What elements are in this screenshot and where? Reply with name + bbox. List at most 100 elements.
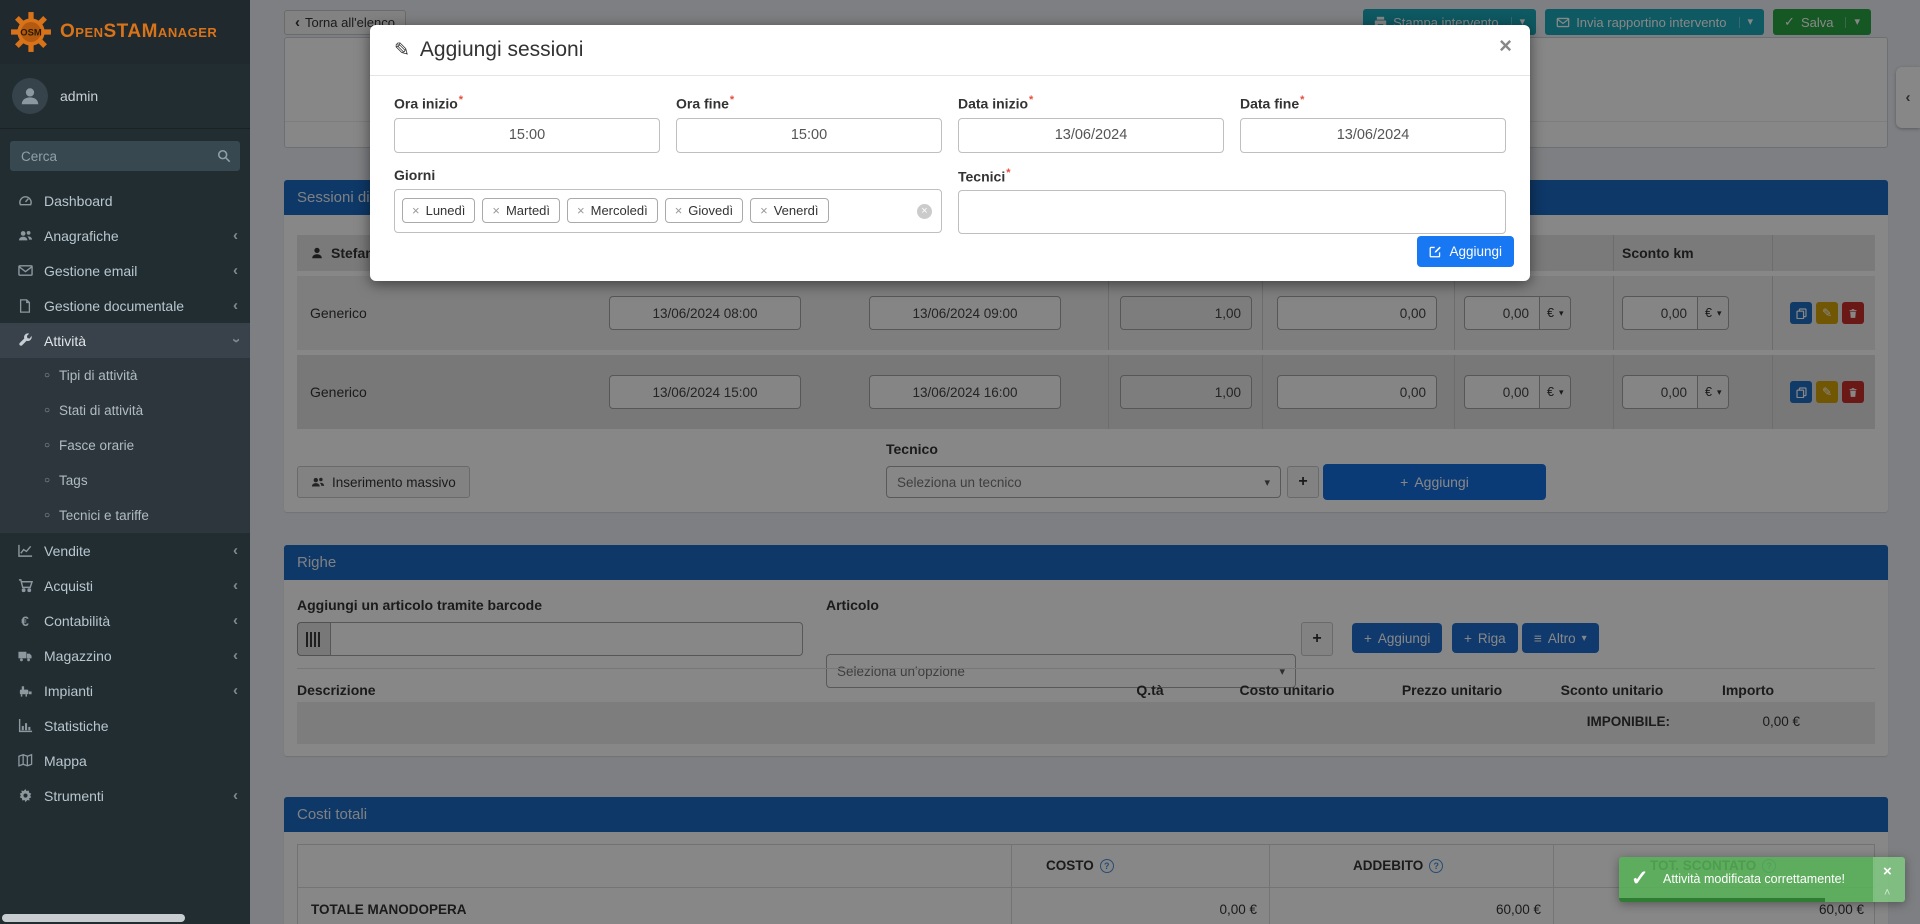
clear-selection-icon[interactable]: × bbox=[917, 204, 932, 219]
toast-message: Attività modificata correttamente! bbox=[1663, 872, 1845, 886]
sidebar-item-mappa[interactable]: Mappa bbox=[0, 743, 250, 778]
chevron-left-icon: ‹ bbox=[233, 683, 238, 698]
data-inizio-label: Data inizio* bbox=[958, 94, 1224, 112]
day-chip[interactable]: ×Lunedì bbox=[402, 198, 475, 223]
close-icon[interactable]: × bbox=[1499, 35, 1512, 57]
required-asterisk: * bbox=[1029, 94, 1033, 106]
search-input[interactable] bbox=[10, 141, 240, 171]
chip-remove-icon[interactable]: × bbox=[760, 203, 768, 218]
user-name: admin bbox=[60, 88, 98, 104]
sidebar-item-anagrafiche[interactable]: Anagrafiche ‹ bbox=[0, 218, 250, 253]
sidebar-item-tipi-di-attivita[interactable]: ○ Tipi di attività bbox=[0, 358, 250, 393]
modal-body: Ora inizio* Ora fine* Data inizio* Data … bbox=[370, 76, 1530, 234]
day-chip[interactable]: ×Venerdì bbox=[750, 198, 828, 223]
sidebar-item-vendite[interactable]: Vendite ‹ bbox=[0, 533, 250, 568]
required-asterisk: * bbox=[730, 94, 734, 106]
day-chip[interactable]: ×Martedì bbox=[482, 198, 560, 223]
wrench-icon bbox=[14, 333, 36, 348]
chip-remove-icon[interactable]: × bbox=[675, 203, 683, 218]
modal-header: ✎ Aggiungi sessioni bbox=[370, 25, 1530, 76]
sidebar-item-gestione-email[interactable]: Gestione email ‹ bbox=[0, 253, 250, 288]
success-toast: ✓ Attività modificata correttamente! × ˄ bbox=[1619, 857, 1905, 902]
chip-remove-icon[interactable]: × bbox=[577, 203, 585, 218]
chevron-left-icon: ‹ bbox=[233, 613, 238, 628]
sidebar-item-strumenti[interactable]: Strumenti ‹ bbox=[0, 778, 250, 813]
chevron-left-icon: ‹ bbox=[233, 298, 238, 313]
check-icon: ✓ bbox=[1631, 866, 1649, 891]
users-icon bbox=[14, 228, 36, 243]
logo-gear-icon: OSM bbox=[10, 11, 52, 53]
sidebar-item-attivita[interactable]: Attività ‹ bbox=[0, 323, 250, 358]
chevron-left-icon: ‹ bbox=[233, 263, 238, 278]
giorni-label: Giorni bbox=[394, 167, 942, 183]
giorni-multiselect[interactable]: ×Lunedì ×Martedì ×Mercoledì ×Giovedì ×Ve… bbox=[394, 189, 942, 233]
sidebar-item-gestione-documentale[interactable]: Gestione documentale ‹ bbox=[0, 288, 250, 323]
sidebar-item-dashboard[interactable]: Dashboard bbox=[0, 183, 250, 218]
chip-remove-icon[interactable]: × bbox=[412, 203, 420, 218]
search-icon[interactable] bbox=[208, 141, 240, 171]
circle-icon: ○ bbox=[44, 475, 50, 486]
gear-icon bbox=[14, 788, 36, 803]
circle-icon: ○ bbox=[44, 370, 50, 381]
circle-icon: ○ bbox=[44, 510, 50, 521]
ora-fine-input[interactable] bbox=[676, 118, 942, 153]
required-asterisk: * bbox=[459, 94, 463, 106]
chip-remove-icon[interactable]: × bbox=[492, 203, 500, 218]
file-icon bbox=[14, 299, 36, 313]
modal-title: Aggiungi sessioni bbox=[420, 38, 583, 62]
sidebar-item-contabilita[interactable]: € Contabilità ‹ bbox=[0, 603, 250, 638]
app-window: OSM OpenSTAManager admin bbox=[0, 0, 1920, 924]
bar-chart-icon bbox=[14, 718, 36, 733]
tecnici-label: Tecnici* bbox=[958, 167, 1506, 185]
chevron-left-icon: ‹ bbox=[233, 578, 238, 593]
toast-close-button[interactable]: × ˄ bbox=[1873, 857, 1905, 902]
circle-icon: ○ bbox=[44, 440, 50, 451]
data-fine-label: Data fine* bbox=[1240, 94, 1506, 112]
machine-icon bbox=[14, 683, 36, 698]
truck-icon bbox=[14, 648, 36, 663]
sidebar-item-tecnici-e-tariffe[interactable]: ○ Tecnici e tariffe bbox=[0, 498, 250, 533]
data-fine-input[interactable] bbox=[1240, 118, 1506, 153]
ora-fine-label: Ora fine* bbox=[676, 94, 942, 112]
tecnici-multiselect[interactable] bbox=[958, 190, 1506, 234]
chevron-down-icon: ‹ bbox=[228, 338, 243, 343]
sidebar-search bbox=[10, 141, 240, 171]
sidebar-item-fasce-orarie[interactable]: ○ Fasce orarie bbox=[0, 428, 250, 463]
day-chip[interactable]: ×Mercoledì bbox=[567, 198, 658, 223]
sidebar-item-tags[interactable]: ○ Tags bbox=[0, 463, 250, 498]
sidebar-item-magazzino[interactable]: Magazzino ‹ bbox=[0, 638, 250, 673]
logo[interactable]: OSM OpenSTAManager bbox=[0, 0, 250, 64]
sidebar-menu: Dashboard Anagrafiche ‹ Gesti bbox=[0, 183, 250, 813]
cart-icon bbox=[14, 578, 36, 593]
chevron-up-icon: ˄ bbox=[1884, 887, 1890, 899]
sidebar-item-acquisti[interactable]: Acquisti ‹ bbox=[0, 568, 250, 603]
day-chip[interactable]: ×Giovedì bbox=[665, 198, 743, 223]
modal-submit-button[interactable]: Aggiungi bbox=[1417, 236, 1514, 267]
user-avatar bbox=[12, 78, 48, 114]
ora-inizio-input[interactable] bbox=[394, 118, 660, 153]
required-asterisk: * bbox=[1300, 94, 1304, 106]
sidebar-item-impianti[interactable]: Impianti ‹ bbox=[0, 673, 250, 708]
chevron-left-icon: ‹ bbox=[233, 543, 238, 558]
logo-acronym: OSM bbox=[20, 28, 42, 39]
chevron-left-icon: ‹ bbox=[233, 788, 238, 803]
dashboard-icon bbox=[14, 193, 36, 208]
circle-icon: ○ bbox=[44, 405, 50, 416]
user-panel: admin bbox=[0, 64, 250, 129]
sidebar: OSM OpenSTAManager admin bbox=[0, 0, 250, 924]
sidebar-item-stati-di-attivita[interactable]: ○ Stati di attività bbox=[0, 393, 250, 428]
required-asterisk: * bbox=[1006, 167, 1010, 179]
euro-icon: € bbox=[14, 613, 36, 629]
pencil-icon: ✎ bbox=[394, 39, 410, 62]
sidebar-item-statistiche[interactable]: Statistiche bbox=[0, 708, 250, 743]
edit-icon bbox=[1429, 245, 1442, 258]
logo-text: OpenSTAManager bbox=[60, 21, 217, 43]
envelope-icon bbox=[14, 263, 36, 278]
toast-progress-bar bbox=[1619, 898, 1825, 902]
ora-inizio-label: Ora inizio* bbox=[394, 94, 660, 112]
add-sessions-modal: ✎ Aggiungi sessioni × Ora inizio* Ora fi… bbox=[370, 25, 1530, 281]
map-icon bbox=[14, 753, 36, 768]
horizontal-scrollbar-thumb[interactable] bbox=[2, 914, 185, 922]
chevron-left-icon: ‹ bbox=[233, 228, 238, 243]
data-inizio-input[interactable] bbox=[958, 118, 1224, 153]
